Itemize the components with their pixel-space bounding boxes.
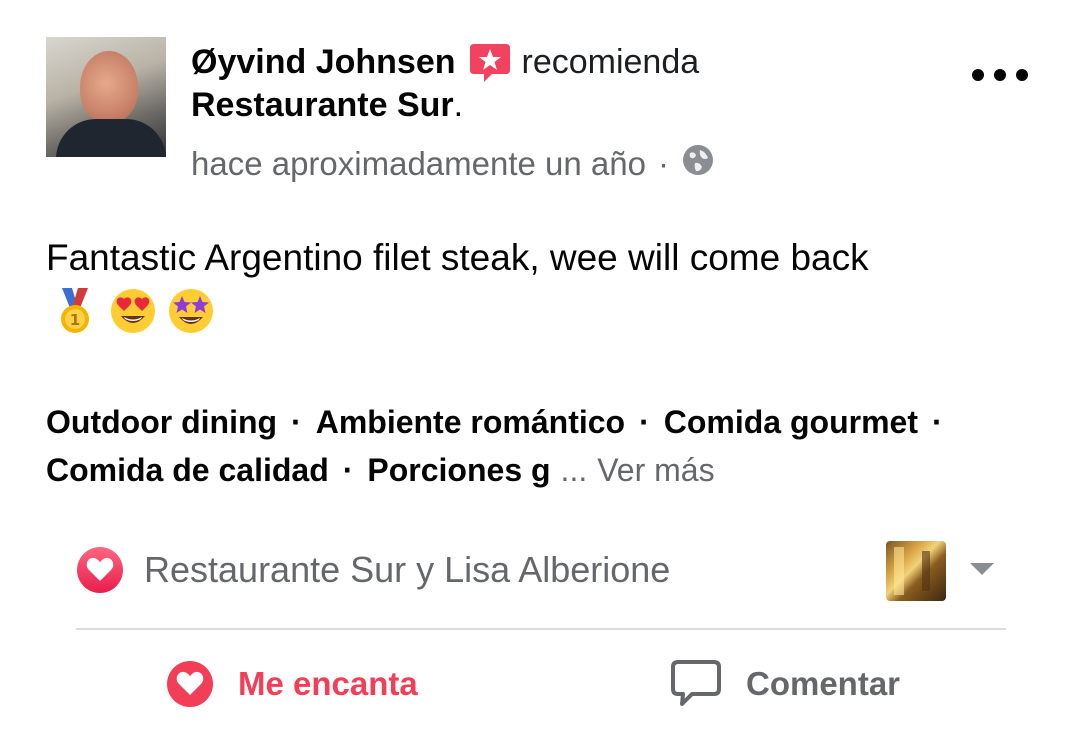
author-name[interactable]: Øyvind Johnsen (191, 43, 456, 82)
review-tag: Comida gourmet (663, 404, 918, 440)
thumb-highlight (894, 547, 904, 595)
review-tags: Outdoor dining · Ambiente romántico · Co… (46, 398, 1046, 494)
more-options-button[interactable] (972, 60, 1028, 90)
tag-separator: · (931, 404, 943, 440)
caret-down-icon[interactable] (968, 560, 996, 578)
svg-text:1: 1 (70, 311, 80, 329)
comment-icon (671, 660, 721, 706)
tags-row-2: Comida de calidad · Porciones g ... Ver … (46, 446, 1046, 494)
post-body-text: Fantastic Argentino filet steak, wee wil… (46, 237, 869, 278)
place-name-link[interactable]: Restaurante Sur (191, 86, 454, 124)
avatar-face (80, 51, 138, 123)
recommended-place-line: Restaurante Sur. (191, 86, 463, 125)
love-reaction-button[interactable]: Me encanta (166, 656, 418, 712)
avatar-shirt (56, 119, 166, 157)
post-meta: hace aproximadamente un año · (191, 143, 715, 185)
author-avatar[interactable] (46, 37, 166, 157)
tags-ellipsis: ... (560, 452, 588, 488)
actions-divider (76, 628, 1006, 630)
tag-separator: · (342, 452, 354, 488)
reactions-summary[interactable]: Restaurante Sur y Lisa Alberione (76, 546, 670, 594)
tag-separator: · (639, 404, 650, 440)
heart-reaction-icon (77, 547, 123, 593)
comment-button[interactable]: Comentar (670, 656, 900, 712)
more-dot (994, 69, 1006, 81)
post-card: Øyvind Johnsen recomienda Restaurante Su… (0, 0, 1080, 730)
meta-separator: · (657, 145, 669, 182)
post-emojis: 1 (50, 286, 216, 336)
post-timestamp[interactable]: hace aproximadamente un año (191, 145, 646, 183)
recommend-icon (468, 40, 512, 84)
review-tag: Comida de calidad (46, 452, 329, 488)
tag-separator: · (291, 404, 302, 440)
star-struck-emoji (169, 289, 213, 333)
tags-row-1: Outdoor dining · Ambiente romántico · Co… (46, 398, 1046, 446)
heart-icon (167, 661, 213, 707)
post-header-line: Øyvind Johnsen recomienda (191, 40, 699, 84)
review-tag: Outdoor dining (46, 404, 278, 440)
reviewer-photo-thumbnail[interactable] (886, 541, 946, 601)
heart-eyes-emoji (111, 289, 155, 333)
review-tag: Porciones g (367, 452, 551, 488)
love-button-label: Me encanta (238, 665, 418, 702)
place-punctuation: . (453, 86, 464, 124)
more-dot (972, 69, 984, 81)
more-dot (1016, 69, 1028, 81)
globe-icon (681, 143, 715, 185)
recommend-verb: recomienda (521, 42, 700, 81)
reactions-names: Restaurante Sur y Lisa Alberione (144, 549, 671, 590)
review-tag: Ambiente romántico (315, 404, 626, 440)
first-place-medal-emoji: 1 (61, 288, 89, 333)
thumb-shadow (922, 551, 930, 591)
see-more-link[interactable]: Ver más (597, 446, 714, 494)
comment-button-label: Comentar (746, 665, 901, 702)
